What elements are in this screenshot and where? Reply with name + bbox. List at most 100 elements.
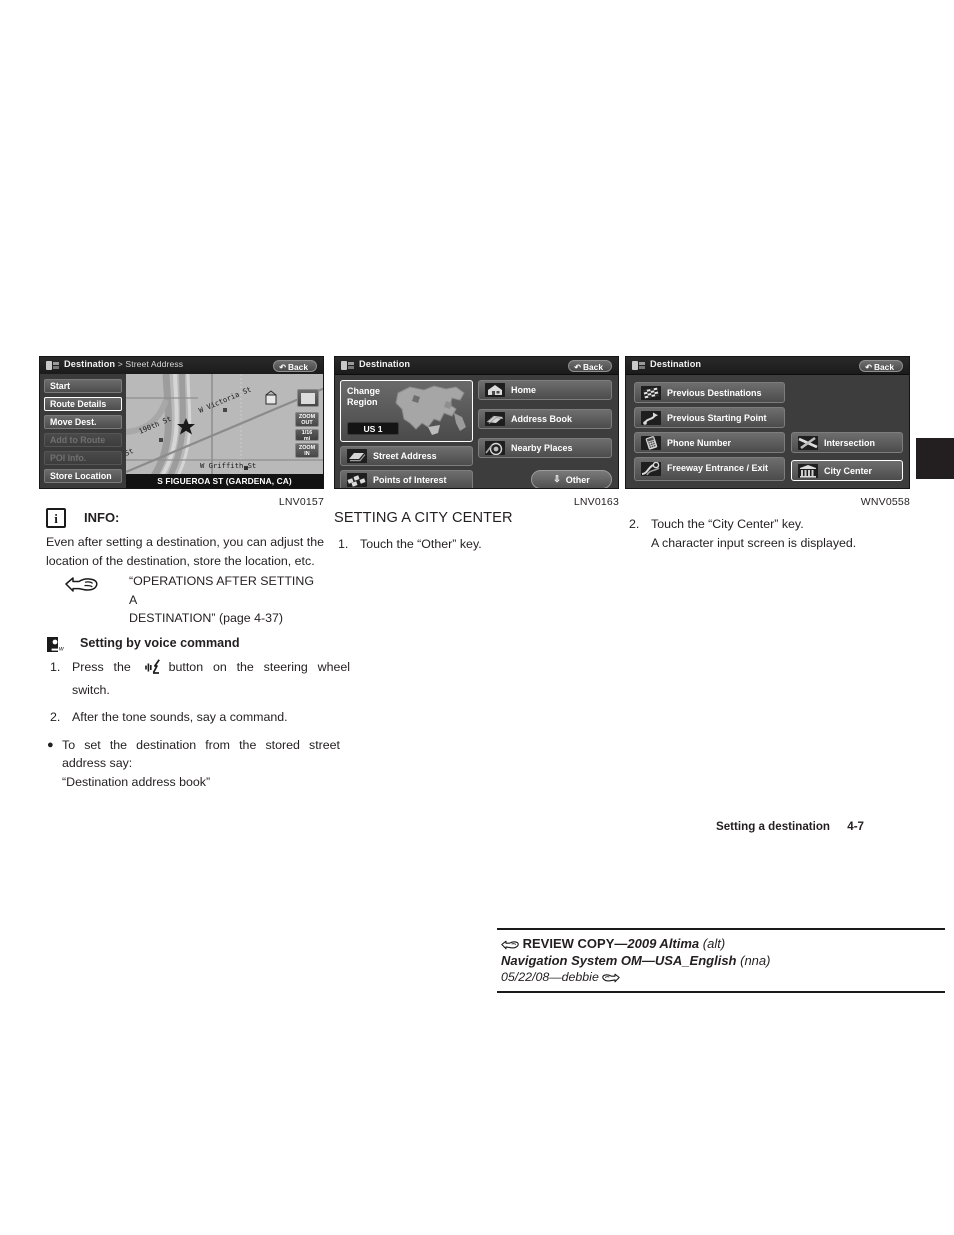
key-home-label: Home — [511, 385, 537, 395]
menu-key-route-details[interactable]: Route Details — [44, 397, 122, 411]
column-middle: Destination ↶ Back Change Region US 1 St… — [334, 356, 619, 551]
key-home[interactable]: Home — [478, 380, 612, 400]
menu-key-move-dest[interactable]: Move Dest. — [44, 415, 122, 429]
key-phone-number[interactable]: Phone Number — [634, 432, 785, 453]
info-block: i INFO: Even after setting a destination… — [46, 508, 350, 792]
zoom-in-button[interactable]: ZOOM IN — [295, 443, 319, 458]
cross-reference: “OPERATIONS AFTER SETTING A DESTINATION”… — [46, 572, 324, 628]
key-nearby-places[interactable]: Nearby Places — [478, 438, 612, 458]
key-address-book-label: Address Book — [511, 414, 573, 424]
info-label: INFO: — [84, 510, 120, 525]
key-city-center-label: City Center — [824, 465, 873, 476]
nav-screenshot-street-address: Destination > Street Address ↶ Back Start… — [39, 356, 324, 489]
back-button[interactable]: ↶ Back — [568, 359, 612, 372]
cross-reference-line-2: DESTINATION” (page 4-37) — [129, 611, 284, 626]
city-center-icon — [798, 463, 818, 478]
starting-point-icon — [641, 410, 661, 425]
voice-step-1: 1. Press the button on the steering wheel… — [46, 658, 350, 699]
map-canvas[interactable]: W Victoria St 190th St St W Griffith St … — [126, 374, 323, 474]
nav-screenshot-destination-menu: Destination ↶ Back Change Region US 1 St… — [334, 356, 619, 489]
nav-screenshot-destination-other: Destination ↶ Back Previous Destinations… — [625, 356, 910, 489]
screen3-key-grid: Previous Destinations Previous Starting … — [626, 374, 909, 488]
svg-text:W Griffith St: W Griffith St — [200, 461, 256, 470]
key-intersection[interactable]: Intersection — [791, 432, 903, 453]
voice-bullet-1: ● To set the destination from the stored … — [46, 736, 340, 773]
nearby-places-icon — [485, 441, 505, 455]
map-status-bar: S FIGUEROA ST (GARDENA, CA) — [126, 474, 323, 488]
map-orientation-icon[interactable] — [297, 389, 319, 407]
north-america-map-icon — [394, 383, 470, 439]
menu-key-start[interactable]: Start — [44, 379, 122, 393]
voice-command-icon: w — [47, 636, 69, 657]
screen1-title: Destination > Street Address — [64, 359, 184, 369]
menu-key-poi-info: POI Info. — [44, 451, 122, 465]
figure-caption-lnv0157: LNV0157 — [278, 496, 324, 508]
review-stamp-doc-title: Navigation System OM—USA_English — [501, 953, 737, 968]
key-freeway-entrance-exit-label: Freeway Entrance / Exit — [667, 463, 769, 474]
destination-icon — [632, 360, 647, 371]
step-1-number: 1. — [338, 537, 349, 551]
region-tag: US 1 — [347, 422, 399, 435]
key-street-address[interactable]: Street Address — [340, 446, 473, 466]
steering-wheel-talk-icon — [144, 659, 165, 681]
key-previous-starting-point-label: Previous Starting Point — [667, 412, 767, 423]
voice-command-heading: w Setting by voice command — [46, 636, 324, 656]
map-scale-indicator: 1/16 mi — [295, 429, 319, 441]
pointing-hand-icon — [65, 575, 99, 597]
screen2-key-grid: Change Region US 1 Street Address Points… — [335, 374, 618, 488]
step-2-text-line-1: Touch the “City Center” key. — [651, 517, 804, 531]
info-body-text: Even after setting a destination, you ca… — [46, 535, 324, 568]
key-phone-number-label: Phone Number — [667, 437, 732, 448]
back-button[interactable]: ↶ Back — [273, 359, 317, 372]
figure-caption-wnv0558: WNV0558 — [860, 496, 910, 508]
back-arrow-icon: ↶ — [574, 362, 581, 372]
running-footer-title: Setting a destination — [716, 820, 831, 833]
key-intersection-label: Intersection — [824, 437, 876, 448]
key-previous-destinations-label: Previous Destinations — [667, 387, 762, 398]
home-icon — [485, 383, 505, 397]
other-button-label: Other — [565, 474, 590, 485]
freeway-icon — [641, 462, 661, 476]
step-1-number: 1. — [50, 659, 61, 674]
step-2-text: After the tone sounds, say a command. — [72, 710, 288, 725]
menu-key-store-location[interactable]: Store Location — [44, 469, 122, 483]
review-stamp-date-author: 05/22/08—debbie — [501, 970, 599, 984]
voice-bullet-1-quote: “Destination address book” — [62, 774, 211, 789]
address-book-icon — [485, 412, 505, 426]
cross-reference-line-1: “OPERATIONS AFTER SETTING A — [129, 574, 314, 607]
zoom-controls: ZOOM OUT 1/16 mi ZOOM IN — [295, 412, 319, 460]
change-region-label: Change Region — [347, 386, 381, 407]
running-footer: Setting a destination 4-7 — [716, 820, 864, 833]
change-region-button[interactable]: Change Region US 1 — [340, 380, 473, 442]
key-points-of-interest[interactable]: Points of Interest — [340, 470, 473, 488]
checkered-flag-icon — [641, 385, 661, 400]
key-freeway-entrance-exit[interactable]: Freeway Entrance / Exit — [634, 457, 785, 481]
page-number: 4-7 — [847, 820, 865, 833]
review-stamp-prefix: REVIEW COPY— — [522, 936, 628, 951]
city-center-step-1: 1. Touch the “Other” key. — [334, 535, 638, 554]
screen3-title: Destination — [650, 359, 702, 369]
pointing-hand-right-icon — [501, 936, 523, 951]
back-arrow-icon: ↶ — [865, 362, 872, 372]
city-center-step-2: 2. Touch the “City Center” key. A charac… — [625, 515, 929, 552]
key-previous-starting-point[interactable]: Previous Starting Point — [634, 407, 785, 428]
info-icon: i — [46, 508, 66, 528]
key-nearby-places-label: Nearby Places — [511, 443, 573, 453]
review-stamp-line-1: REVIEW COPY—2009 Altima (alt) — [501, 935, 945, 952]
key-street-address-label: Street Address — [373, 451, 437, 461]
voice-bullet-1-text: To set the destination from the stored s… — [62, 737, 340, 771]
step-2-number: 2. — [50, 710, 61, 725]
back-button[interactable]: ↶ Back — [859, 359, 903, 372]
screen1-menu-panel: Start Route Details Move Dest. Add to Ro… — [40, 374, 126, 488]
voice-command-heading-text: Setting by voice command — [80, 635, 240, 650]
zoom-out-button[interactable]: ZOOM OUT — [295, 412, 319, 427]
review-stamp-line-3: 05/22/08—debbie — [501, 969, 945, 986]
key-address-book[interactable]: Address Book — [478, 409, 612, 429]
key-city-center[interactable]: City Center — [791, 460, 903, 481]
key-previous-destinations[interactable]: Previous Destinations — [634, 382, 785, 403]
menu-key-add-to-route: Add to Route — [44, 433, 122, 447]
screen2-title: Destination — [359, 359, 411, 369]
destination-icon — [46, 360, 61, 371]
other-button[interactable]: ⇩ Other — [531, 470, 612, 488]
step-1-text-pre: Press the — [72, 659, 131, 674]
